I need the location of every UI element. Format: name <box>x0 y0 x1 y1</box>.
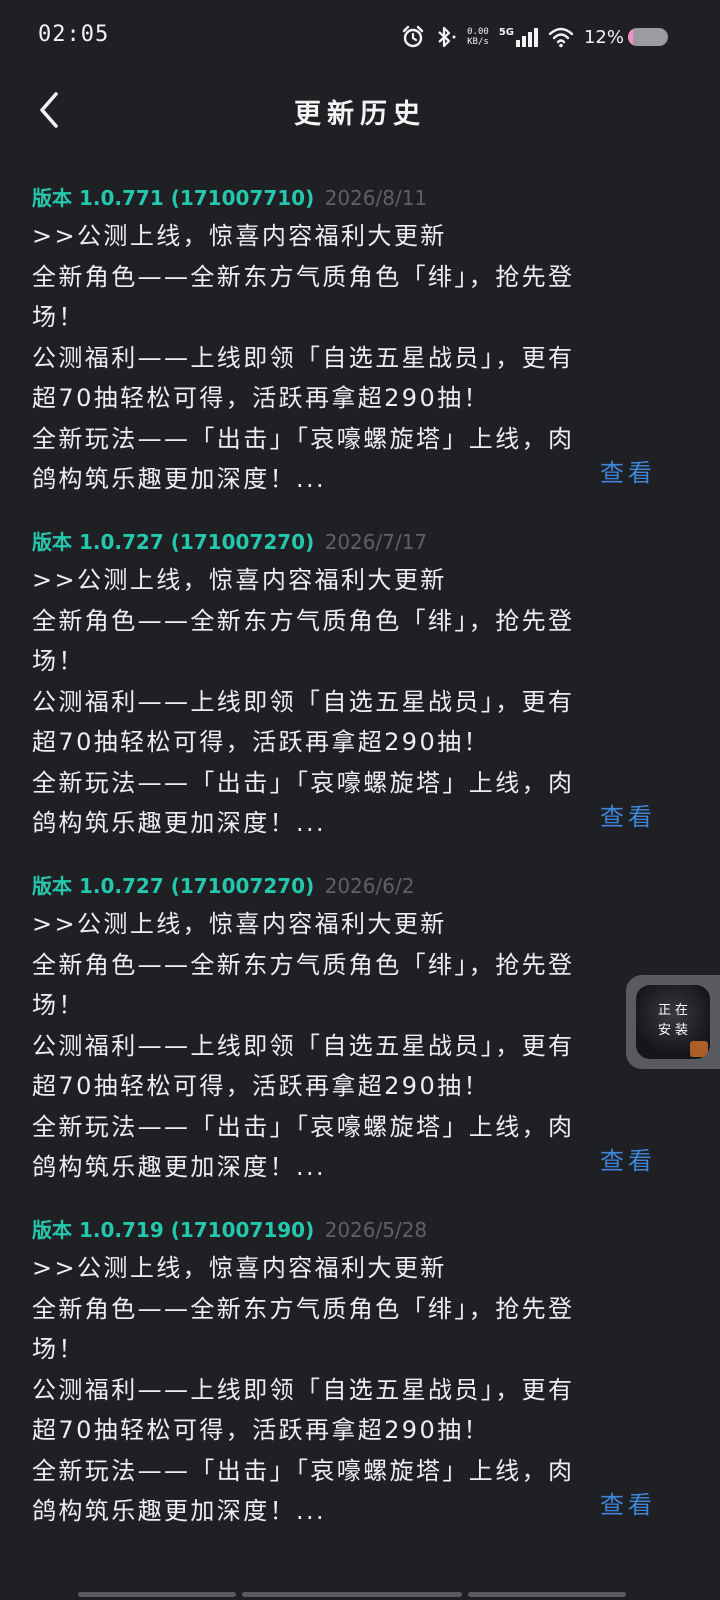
view-details-link[interactable]: 查看 <box>600 453 656 488</box>
notes-line: 全新角色——全新东方气质角色「绯」，抢先登 <box>32 606 575 635</box>
notes-line: 场！ <box>32 647 85 675</box>
entry-header: 版本 1.0.771 (171007710) 2026/8/11 <box>32 180 686 216</box>
view-details-link[interactable]: 查看 <box>600 1141 656 1176</box>
wifi-icon <box>548 26 574 48</box>
install-status-text: 正在 安装 <box>636 1001 710 1041</box>
notes-line: 全新角色——全新东方气质角色「绯」，抢先登 <box>32 1294 575 1323</box>
notes-line: 全新玩法——「出击」「哀嚎螺旋塔」上线，肉 <box>32 1456 575 1485</box>
notes-line: 公测福利——上线即领「自选五星战员」，更有 <box>32 343 575 372</box>
home-indicator-segment <box>468 1592 626 1597</box>
notes-line: 鸽构筑乐趣更加深度！... <box>32 809 327 837</box>
notes-line: 场！ <box>32 1335 85 1363</box>
cellular-signal-icon: 5G <box>499 27 538 47</box>
notes-line: 全新玩法——「出击」「哀嚎螺旋塔」上线，肉 <box>32 424 575 453</box>
status-icons: 0.00 KB/s 5G 12% <box>401 22 668 52</box>
notes-line: 全新玩法——「出击」「哀嚎螺旋塔」上线，肉 <box>32 1112 575 1141</box>
install-status-line: 安装 <box>657 1023 692 1038</box>
app-badge-icon <box>690 1041 708 1057</box>
notes-line: 全新玩法——「出击」「哀嚎螺旋塔」上线，肉 <box>32 768 575 797</box>
notes-line: 公测福利——上线即领「自选五星战员」，更有 <box>32 1375 575 1404</box>
battery-percent: 12% <box>583 26 624 48</box>
update-entry: 版本 1.0.727 (171007270) 2026/7/17 >>公测上线，… <box>0 524 720 868</box>
notes-line: 公测福利——上线即领「自选五星战员」，更有 <box>32 1031 575 1060</box>
home-indicator-segment <box>242 1592 462 1597</box>
version-label: 版本 1.0.727 (171007270) <box>32 530 315 554</box>
version-label: 版本 1.0.771 (171007710) <box>32 186 315 210</box>
notes-line: >>公测上线，惊喜内容福利大更新 <box>32 910 447 938</box>
install-progress-bubble[interactable]: 正在 安装 <box>626 975 720 1069</box>
notes-line: 超70抽轻松可得，活跃再拿超290抽！ <box>32 1072 490 1100</box>
notes-line: 鸽构筑乐趣更加深度！... <box>32 1153 327 1181</box>
bluetooth-icon <box>435 25 457 49</box>
release-date: 2026/5/28 <box>324 1218 428 1242</box>
notes-line: 场！ <box>32 991 85 1019</box>
alarm-clock-icon <box>401 25 425 49</box>
entry-header: 版本 1.0.727 (171007270) 2026/6/2 <box>32 868 686 904</box>
entry-header: 版本 1.0.727 (171007270) 2026/7/17 <box>32 524 686 560</box>
notes-line: >>公测上线，惊喜内容福利大更新 <box>32 222 447 250</box>
update-entry: 版本 1.0.771 (171007710) 2026/8/11 >>公测上线，… <box>0 180 720 524</box>
battery-icon <box>628 28 668 46</box>
network-speed-unit: KB/s <box>467 37 489 47</box>
version-label: 版本 1.0.719 (171007190) <box>32 1218 315 1242</box>
notes-line: 超70抽轻松可得，活跃再拿超290抽！ <box>32 384 490 412</box>
notes-line: 公测福利——上线即领「自选五星战员」，更有 <box>32 687 575 716</box>
nav-bar: 更新历史 <box>0 72 720 154</box>
network-speed: 0.00 KB/s <box>467 27 489 47</box>
battery: 12% <box>584 27 668 48</box>
network-speed-value: 0.00 <box>467 27 489 37</box>
status-bar: 02:05 0.00 KB/s 5G 12% <box>0 0 720 72</box>
network-type: 5G <box>498 27 514 38</box>
notes-line: 超70抽轻松可得，活跃再拿超290抽！ <box>32 728 490 756</box>
notes-line: 场！ <box>32 303 85 331</box>
update-notes: >>公测上线，惊喜内容福利大更新 全新角色——全新东方气质角色「绯」，抢先登 场… <box>32 904 692 1188</box>
update-entry: 版本 1.0.719 (171007190) 2026/5/28 >>公测上线，… <box>0 1212 720 1556</box>
notes-line: 全新角色——全新东方气质角色「绯」，抢先登 <box>32 950 575 979</box>
app-icon: 正在 安装 <box>636 985 710 1059</box>
update-notes: >>公测上线，惊喜内容福利大更新 全新角色——全新东方气质角色「绯」，抢先登 场… <box>32 560 692 844</box>
battery-level-fill <box>628 28 633 46</box>
notes-line: 鸽构筑乐趣更加深度！... <box>32 1497 327 1525</box>
notes-line: >>公测上线，惊喜内容福利大更新 <box>32 1254 447 1282</box>
notes-line: 全新角色——全新东方气质角色「绯」，抢先登 <box>32 262 575 291</box>
update-notes: >>公测上线，惊喜内容福利大更新 全新角色——全新东方气质角色「绯」，抢先登 场… <box>32 1248 692 1532</box>
update-notes: >>公测上线，惊喜内容福利大更新 全新角色——全新东方气质角色「绯」，抢先登 场… <box>32 216 692 500</box>
view-details-link[interactable]: 查看 <box>600 1485 656 1520</box>
install-status-line: 正在 <box>657 1003 692 1018</box>
notes-line: 鸽构筑乐趣更加深度！... <box>32 465 327 493</box>
entry-header: 版本 1.0.719 (171007190) 2026/5/28 <box>32 1212 686 1248</box>
release-date: 2026/6/2 <box>324 874 415 898</box>
home-indicator[interactable] <box>0 1592 720 1598</box>
release-date: 2026/8/11 <box>324 186 428 210</box>
release-date: 2026/7/17 <box>324 530 428 554</box>
home-indicator-segment <box>78 1592 236 1597</box>
version-label: 版本 1.0.727 (171007270) <box>32 874 315 898</box>
notes-line: 超70抽轻松可得，活跃再拿超290抽！ <box>32 1416 490 1444</box>
page-title: 更新历史 <box>294 99 426 130</box>
notes-line: >>公测上线，惊喜内容福利大更新 <box>32 566 447 594</box>
status-time: 02:05 <box>38 22 110 47</box>
update-history-list[interactable]: 版本 1.0.771 (171007710) 2026/8/11 >>公测上线，… <box>0 180 720 1556</box>
view-details-link[interactable]: 查看 <box>600 797 656 832</box>
update-entry: 版本 1.0.727 (171007270) 2026/6/2 >>公测上线，惊… <box>0 868 720 1212</box>
